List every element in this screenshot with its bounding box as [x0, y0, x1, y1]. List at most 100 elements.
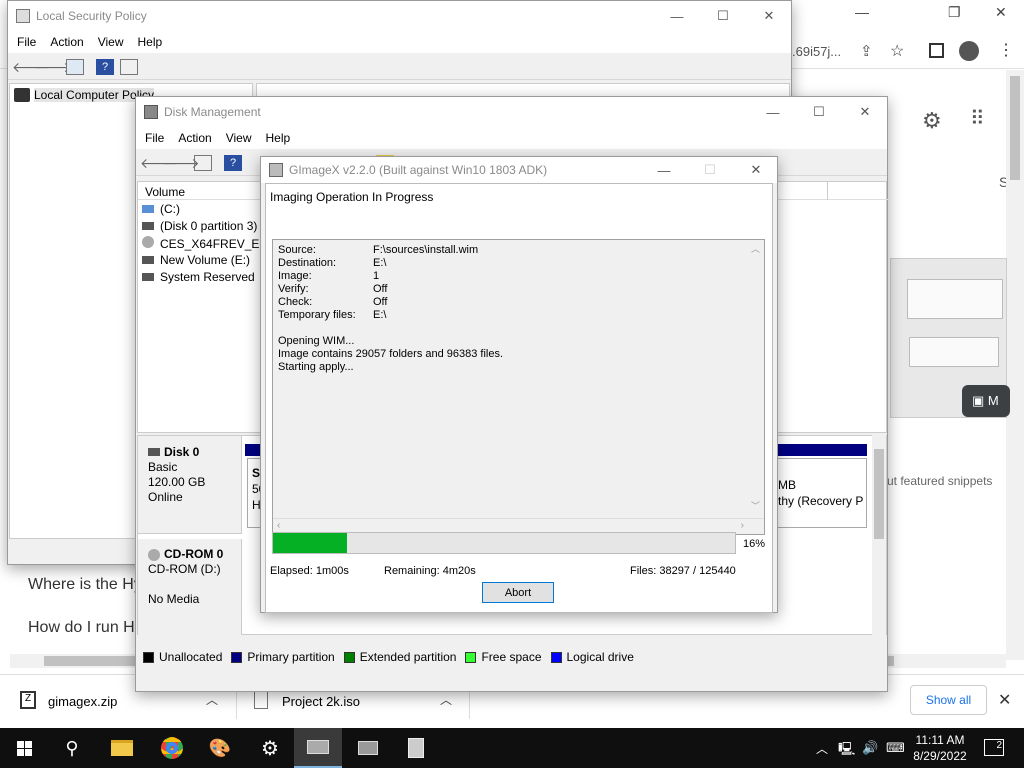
- forward-arrow-icon[interactable]: 🡒: [34, 59, 72, 75]
- minimize-button[interactable]: —: [641, 157, 687, 183]
- disk-management-taskbar-icon[interactable]: [294, 728, 342, 768]
- chrome-minimize-button[interactable]: —: [855, 4, 869, 20]
- drive-icon: [142, 256, 154, 264]
- detail-row: Check: Off: [278, 296, 388, 308]
- chrome-icon[interactable]: [148, 728, 196, 768]
- show-hide-tree-icon[interactable]: [194, 155, 212, 171]
- maximize-button[interactable]: ☐: [796, 97, 842, 127]
- disk-0-info[interactable]: Disk 0 Basic 120.00 GB Online: [138, 436, 242, 534]
- related-question-1[interactable]: Where is the Hy: [28, 576, 142, 594]
- notification-center-icon[interactable]: 2: [984, 739, 1004, 756]
- download-item-gimagex[interactable]: gimagex.zip: [48, 694, 117, 709]
- menu-action[interactable]: Action: [178, 131, 211, 145]
- disk-view-scrollbar[interactable]: [872, 435, 886, 635]
- scroll-up-icon[interactable]: ︿: [751, 242, 760, 255]
- help-icon[interactable]: ?: [224, 155, 242, 171]
- disk-size: 120.00 GB: [148, 475, 206, 489]
- forward-arrow-icon[interactable]: 🡒: [162, 155, 200, 171]
- network-icon[interactable]: 🖳: [838, 740, 855, 762]
- title-bar[interactable]: Local Security Policy — ☐ ✕: [8, 1, 791, 31]
- apps-grid-icon[interactable]: ⠿: [970, 106, 985, 131]
- download-item-project2k[interactable]: Project 2k.iso: [282, 694, 360, 709]
- bookmark-star-icon[interactable]: ☆: [890, 41, 904, 61]
- abort-button[interactable]: Abort: [482, 582, 554, 603]
- image-search-badge[interactable]: ▣ M: [962, 385, 1010, 417]
- vertical-scrollbar[interactable]: ︿ ﹀: [748, 240, 764, 532]
- side-panel-icon[interactable]: [929, 43, 944, 58]
- address-bar-text[interactable]: .69i57j...: [792, 44, 841, 59]
- scroll-left-icon[interactable]: ‹: [277, 520, 280, 531]
- paint-icon[interactable]: 🎨: [196, 728, 244, 768]
- column-volume[interactable]: Volume: [145, 185, 185, 199]
- chrome-close-button[interactable]: ✕: [995, 4, 1007, 21]
- cdrom-0-info[interactable]: CD-ROM 0 CD-ROM (D:) No Media: [138, 539, 242, 635]
- search-icon[interactable]: ⚲: [48, 728, 96, 768]
- image-icon: ▣: [972, 393, 985, 408]
- remaining-time: Remaining: 4m20s: [384, 565, 476, 577]
- settings-icon[interactable]: ⚙: [246, 728, 294, 768]
- close-button[interactable]: ✕: [746, 1, 792, 31]
- settings-gear-icon[interactable]: ⚙: [922, 108, 942, 134]
- clock-time: 11:11 AM: [915, 733, 965, 747]
- back-arrow-icon[interactable]: 🡐: [12, 59, 50, 75]
- close-shelf-icon[interactable]: ✕: [998, 690, 1011, 710]
- operation-dialog: Imaging Operation In Progress Source: F:\…: [265, 183, 773, 613]
- profile-avatar-icon[interactable]: [959, 41, 979, 61]
- page-scrollbar[interactable]: [1006, 70, 1024, 660]
- disk-name: Disk 0: [164, 445, 200, 459]
- progress-fill: [273, 533, 347, 553]
- dialog-header: Imaging Operation In Progress: [270, 190, 434, 204]
- menu-file[interactable]: File: [17, 35, 36, 49]
- gimagex-taskbar-icon[interactable]: [344, 728, 392, 768]
- legend-logical-drive: Logical drive: [550, 650, 634, 664]
- disk-status: Online: [148, 490, 183, 504]
- show-hide-tree-icon[interactable]: [66, 59, 84, 75]
- properties-icon[interactable]: [120, 59, 138, 75]
- show-all-button[interactable]: Show all: [910, 685, 987, 715]
- chrome-menu-icon[interactable]: ⋮: [998, 40, 1014, 60]
- legend-extended: Extended partition: [343, 650, 456, 664]
- chrome-restore-button[interactable]: ❐: [948, 4, 961, 21]
- page-scrollbar-thumb[interactable]: [1010, 76, 1020, 180]
- file-explorer-icon[interactable]: [98, 728, 146, 768]
- log-line: Opening WIM...: [278, 335, 355, 347]
- zip-file-icon: Z: [20, 691, 36, 709]
- minimize-button[interactable]: —: [654, 1, 700, 31]
- drive-icon: [142, 222, 154, 230]
- menu-help[interactable]: Help: [266, 131, 291, 145]
- scroll-down-icon[interactable]: ﹀: [751, 499, 760, 512]
- clock-date: 8/29/2022: [913, 749, 967, 763]
- related-question-2[interactable]: How do I run H: [28, 619, 135, 637]
- disk-status: No Media: [148, 592, 200, 606]
- menu-help[interactable]: Help: [138, 35, 163, 49]
- menu-file[interactable]: File: [145, 131, 164, 145]
- close-button[interactable]: ✕: [733, 157, 779, 183]
- recovery-partition-block[interactable]: MB thy (Recovery P: [775, 458, 867, 528]
- help-icon[interactable]: ?: [96, 59, 114, 75]
- scrollbar-thumb[interactable]: [874, 449, 884, 539]
- security-policy-taskbar-icon[interactable]: [392, 728, 440, 768]
- menu-view[interactable]: View: [226, 131, 252, 145]
- minimize-button[interactable]: —: [750, 97, 796, 127]
- detail-row: Verify: Off: [278, 283, 388, 295]
- keyboard-icon[interactable]: ⌨: [886, 740, 905, 756]
- clock[interactable]: 11:11 AM 8/29/2022: [912, 732, 968, 764]
- back-arrow-icon[interactable]: 🡐: [140, 155, 178, 171]
- maximize-button[interactable]: ☐: [700, 1, 746, 31]
- menu-action[interactable]: Action: [50, 35, 83, 49]
- close-button[interactable]: ✕: [842, 97, 888, 127]
- menu-view[interactable]: View: [98, 35, 124, 49]
- title-bar[interactable]: GImageX v2.2.0 (Built against Win10 1803…: [261, 157, 777, 183]
- title-bar[interactable]: Disk Management — ☐ ✕: [136, 97, 887, 127]
- featured-snippets-text[interactable]: ut featured snippets: [887, 474, 992, 488]
- chevron-up-icon[interactable]: ︿: [816, 740, 828, 757]
- volume-icon[interactable]: 🔊: [862, 740, 878, 756]
- notification-count: 2: [996, 740, 1002, 751]
- toolbar: 🡐 🡒 ?: [8, 54, 791, 80]
- chevron-up-icon[interactable]: ︿: [440, 691, 452, 708]
- share-icon[interactable]: ⇪: [860, 42, 873, 60]
- scroll-right-icon[interactable]: ›: [741, 520, 744, 531]
- chevron-up-icon[interactable]: ︿: [206, 691, 218, 708]
- start-button[interactable]: [0, 728, 48, 768]
- window-title: GImageX v2.2.0 (Built against Win10 1803…: [289, 163, 548, 177]
